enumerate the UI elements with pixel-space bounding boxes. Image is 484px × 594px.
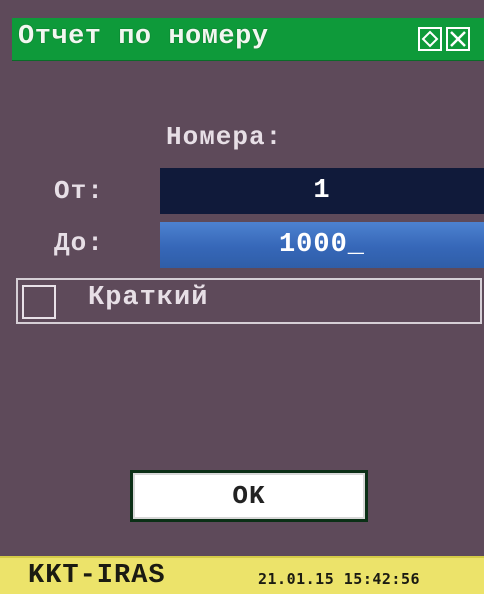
device-name: KKT-IRAS bbox=[28, 561, 166, 591]
diamond-icon[interactable] bbox=[418, 27, 442, 51]
ok-button[interactable]: OK bbox=[130, 470, 368, 522]
close-icon[interactable] bbox=[446, 27, 470, 51]
title-bar: Отчет по номеру bbox=[12, 18, 484, 61]
brief-option-row[interactable]: Краткий bbox=[16, 278, 482, 324]
from-label: От: bbox=[54, 176, 104, 206]
brief-checkbox[interactable] bbox=[22, 285, 56, 319]
to-number-field[interactable]: 1000_ bbox=[160, 222, 484, 268]
from-number-field[interactable]: 1 bbox=[160, 168, 484, 214]
status-datetime: 21.01.15 15:42:56 bbox=[258, 570, 421, 588]
brief-checkbox-label: Краткий bbox=[88, 283, 209, 313]
app-screen: Отчет по номеру Номера: От: 1 До: 1000_ … bbox=[0, 0, 484, 594]
to-label: До: bbox=[54, 228, 104, 258]
numbers-caption: Номера: bbox=[166, 122, 283, 152]
window-title: Отчет по номеру bbox=[18, 22, 269, 52]
status-bar: KKT-IRAS 21.01.15 15:42:56 bbox=[0, 556, 484, 594]
